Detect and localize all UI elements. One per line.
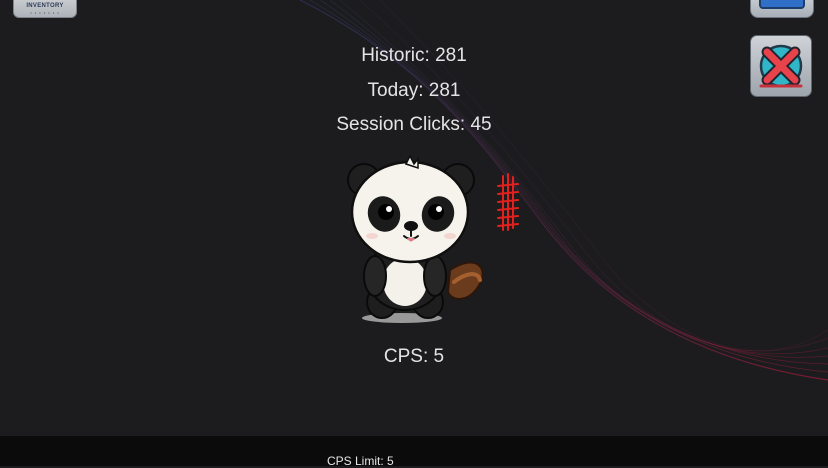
window-button[interactable] [750, 0, 814, 18]
window-icon [759, 0, 805, 9]
tally-marks [497, 173, 519, 231]
panda-character[interactable] [340, 152, 490, 327]
session-clicks-count: Session Clicks: 45 [336, 114, 492, 135]
inventory-button[interactable]: INVENTORY • • • • • • • [13, 0, 77, 18]
inventory-sublabel: • • • • • • • [30, 10, 60, 15]
cps-value: CPS: 5 [383, 346, 445, 367]
inventory-label: INVENTORY [26, 3, 64, 9]
historic-count: Historic: 281 [361, 45, 467, 66]
bottom-bar [0, 436, 828, 466]
today-count: Today: 281 [367, 80, 461, 101]
